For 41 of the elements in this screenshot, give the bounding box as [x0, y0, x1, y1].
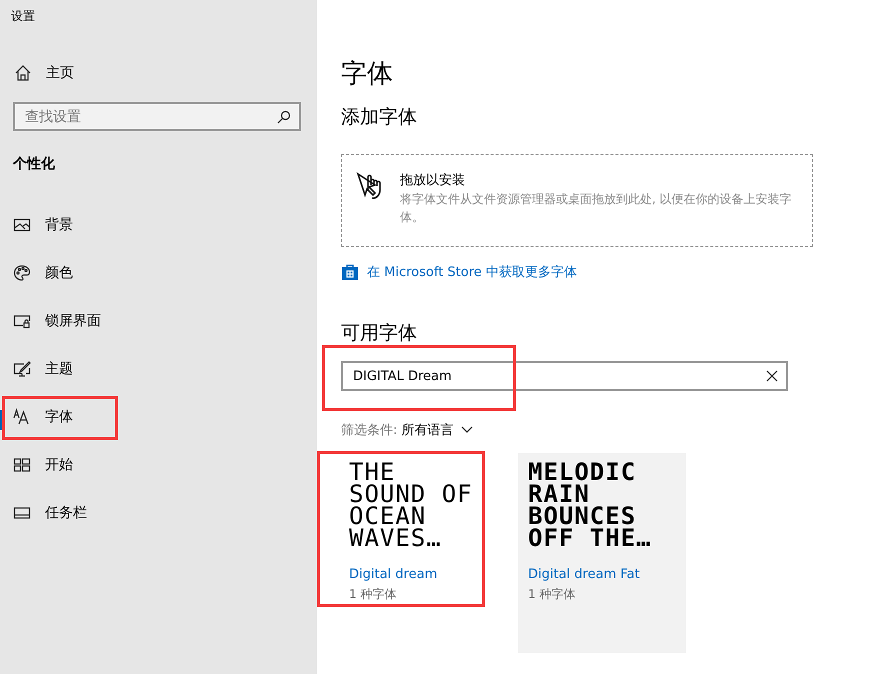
shopping-bag-icon	[341, 263, 359, 281]
filter-label: 筛选条件:	[341, 422, 398, 439]
window-title: 设置	[10, 8, 36, 25]
font-search-field[interactable]: DIGITAL Dream	[341, 361, 788, 391]
store-link[interactable]: 在 Microsoft Store 中获取更多字体	[341, 263, 890, 281]
search-field[interactable]: 查找设置	[13, 102, 301, 131]
sidebar-item[interactable]: 开始	[0, 441, 317, 489]
picture-icon	[13, 216, 31, 234]
sidebar-item[interactable]: 主题	[0, 345, 317, 393]
sidebar-item[interactable]: 任务栏	[0, 489, 317, 537]
section-heading: 添加字体	[341, 105, 418, 130]
font-card[interactable]: THE SOUND OF OCEAN WAVES… Digital dream 1 种字体	[317, 453, 485, 653]
section-heading: 可用字体	[341, 321, 418, 345]
sidebar-item[interactable]: 锁屏界面	[0, 297, 317, 345]
tiles-icon	[13, 456, 31, 474]
drop-zone[interactable]: 拖放以安装 将字体文件从文件资源管理器或桌面拖放到此处, 以便在你的设备上安装字体。	[341, 154, 813, 247]
font-preview: THE SOUND OF OCEAN WAVES…	[349, 461, 474, 549]
section-heading: 个性化	[13, 155, 56, 174]
search-icon	[277, 110, 291, 124]
drop-title: 拖放以安装	[400, 172, 466, 189]
font-count: 1 种字体	[349, 586, 398, 603]
clear-button[interactable]	[766, 370, 778, 382]
page-title: 字体	[341, 58, 394, 90]
theme-icon	[13, 360, 31, 378]
palette-icon	[13, 264, 31, 282]
home-link[interactable]: 主页	[14, 58, 317, 88]
font-name: Digital dream	[349, 567, 438, 582]
font-preview: MELODIC RAIN BOUNCES OFF THE…	[528, 461, 653, 549]
selection-indicator	[0, 410, 3, 430]
close-icon	[766, 370, 778, 382]
language-filter-dropdown[interactable]: 所有语言	[401, 421, 474, 439]
font-icon	[13, 408, 31, 426]
home-icon	[14, 64, 32, 82]
font-name: Digital dream Fat	[528, 567, 641, 582]
font-count: 1 种字体	[528, 586, 576, 603]
drop-description: 将字体文件从文件资源管理器或桌面拖放到此处, 以便在你的设备上安装字体。	[400, 191, 793, 226]
sidebar-item[interactable]: 颜色	[0, 249, 317, 297]
sidebar-item[interactable]: 背景	[0, 201, 317, 249]
sidebar-item[interactable]: 字体	[0, 393, 317, 441]
chevron-down-icon	[461, 426, 474, 434]
font-card[interactable]: MELODIC RAIN BOUNCES OFF THE… Digital dream Fat 1 种字体	[518, 453, 686, 653]
